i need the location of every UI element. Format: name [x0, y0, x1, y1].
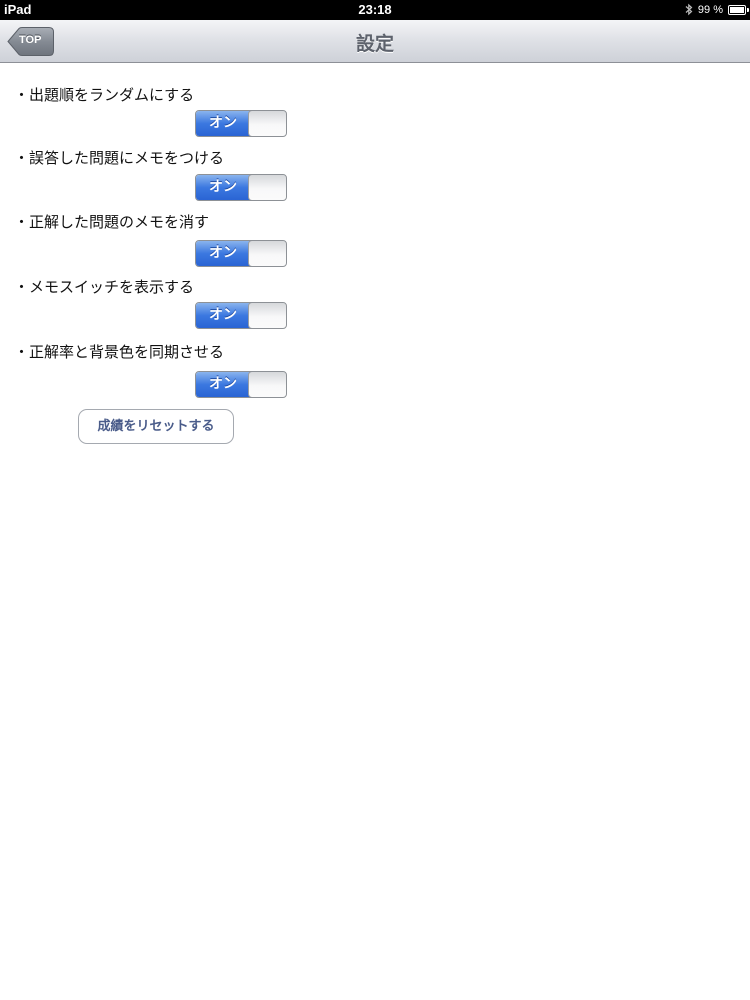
setting-label-memo-switch: ・メモスイッチを表示する: [14, 278, 195, 296]
toggle-knob: [248, 241, 286, 266]
toggle-on-label: オン: [196, 372, 250, 397]
battery-icon: [728, 4, 749, 15]
setting-label-sync-background: ・正解率と背景色を同期させる: [14, 343, 225, 361]
navigation-bar: TOP 設定: [0, 20, 750, 63]
toggle-memo-wrong[interactable]: オン: [195, 174, 287, 201]
battery-percent: 99 %: [697, 3, 723, 16]
status-right-group: 99 %: [685, 3, 749, 16]
toggle-sync-background[interactable]: オン: [195, 371, 287, 398]
toggle-knob: [248, 111, 286, 136]
battery-fill: [730, 6, 744, 13]
setting-label-random-order: ・出題順をランダムにする: [14, 86, 195, 104]
bluetooth-icon: [685, 3, 693, 16]
page-title: 設定: [355, 33, 394, 55]
setting-label-memo-wrong: ・誤答した問題にメモをつける: [14, 149, 225, 167]
status-bar: iPad 23:18 99 %: [0, 0, 750, 20]
setting-label-erase-memo: ・正解した問題のメモを消す: [14, 213, 210, 231]
toggle-knob: [248, 372, 286, 397]
status-time: 23:18: [358, 2, 392, 17]
reset-score-button[interactable]: 成績をリセットする: [78, 409, 234, 444]
toggle-on-label: オン: [196, 111, 250, 136]
toggle-on-label: オン: [196, 175, 250, 200]
toggle-knob: [248, 175, 286, 200]
toggle-knob: [248, 303, 286, 328]
toggle-erase-memo[interactable]: オン: [195, 240, 287, 267]
toggle-on-label: オン: [196, 303, 250, 328]
toggle-on-label: オン: [196, 241, 250, 266]
toggle-random-order[interactable]: オン: [195, 110, 287, 137]
toggle-memo-switch[interactable]: オン: [195, 302, 287, 329]
